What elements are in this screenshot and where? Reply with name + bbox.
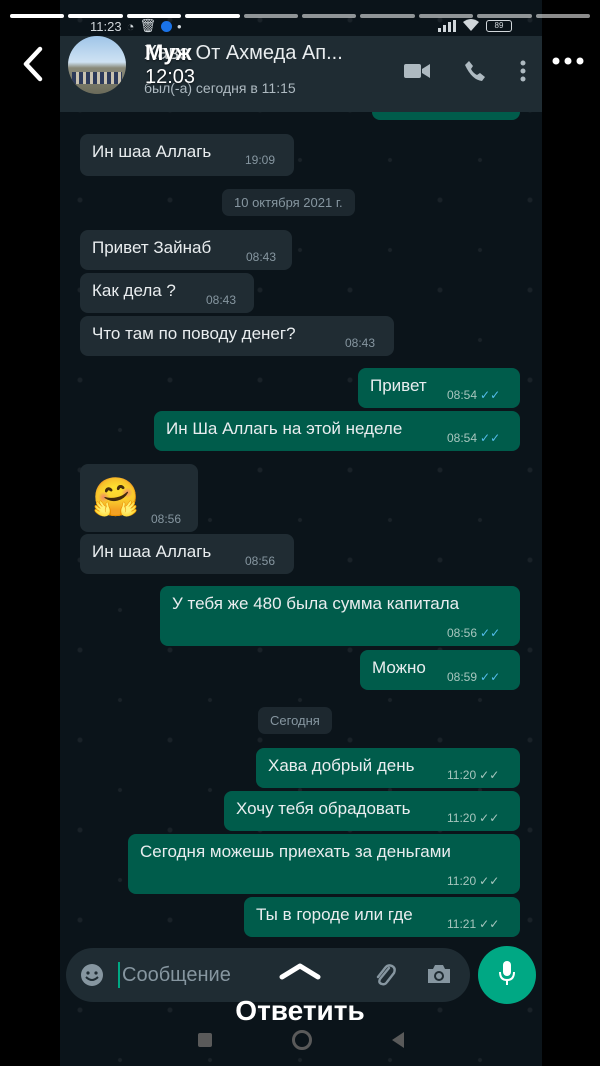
message-text: Что там по поводу денег? [92, 324, 296, 343]
message-bubble[interactable]: Как дела ? 08:43 [80, 273, 254, 313]
chevron-up-icon[interactable] [278, 962, 322, 985]
story-progress [10, 14, 591, 18]
signal-icon [438, 20, 456, 32]
message-time: 08:59 [447, 670, 478, 684]
status-time: 11:23 [90, 18, 122, 34]
message-text: Ин шаа Аллагь [92, 542, 212, 561]
message-text: Привет Зайнаб [92, 238, 212, 257]
message-bubble[interactable]: Хава добрый день 11:20 ✓✓ [256, 748, 520, 788]
message-time: 08:43 [345, 336, 376, 350]
message-bubble[interactable]: Можно 08:59 ✓✓ [360, 650, 520, 690]
dot-icon: • [176, 18, 182, 34]
delivered-ticks-icon: ✓✓ [479, 874, 500, 888]
delivered-ticks-icon: ✓✓ [479, 917, 500, 931]
battery-icon: 89 [486, 20, 512, 32]
read-ticks-icon: ✓✓ [480, 626, 501, 640]
message-text: Ин Ша Аллагь на этой неделе [166, 419, 403, 438]
story-progress-segment [10, 14, 65, 18]
more-horizontal-icon[interactable] [552, 52, 584, 70]
phone-icon[interactable] [464, 60, 486, 87]
message-bubble[interactable]: Что там по поводу денег? 08:43 [80, 316, 394, 356]
read-ticks-icon: ✓✓ [480, 670, 501, 684]
message-time: 08:56 [447, 626, 478, 640]
message-bubble[interactable]: Ин Ша Аллагь на этой неделе 08:54 ✓✓ [154, 411, 520, 451]
message-text: Как дела ? [92, 281, 176, 300]
message-bubble[interactable]: Ин шаа Аллагь 19:09 [80, 134, 294, 176]
video-call-icon[interactable] [404, 62, 430, 85]
story-timestamp: 12:03 [145, 66, 196, 88]
more-vertical-icon[interactable] [520, 60, 526, 87]
battery-level: 89 [494, 21, 504, 30]
story-progress-segment [360, 14, 415, 18]
message-time: 08:56 [151, 512, 182, 526]
read-ticks-icon: ✓✓ [480, 388, 501, 402]
hugging-face-emoji: 🤗 [92, 477, 140, 519]
message-time: 08:54 [447, 431, 478, 445]
message-bubble[interactable]: Привет Зайнаб 08:43 [80, 230, 292, 270]
story-progress-segment [243, 14, 299, 18]
message-time: 11:20 [447, 768, 477, 782]
message-text: Можно [372, 658, 426, 677]
message-bubble[interactable]: Ты в городе или где 11:21 ✓✓ [244, 897, 520, 937]
message-time: 08:43 [206, 293, 237, 307]
status-bar: 11:23 ◔ 🗑 • 89 [60, 16, 542, 36]
app-icon [160, 20, 172, 32]
message-time: 08:56 [245, 554, 276, 568]
message-text: Привет [370, 376, 427, 395]
home-icon[interactable] [292, 1030, 312, 1050]
delivered-ticks-icon: ✓✓ [479, 768, 500, 782]
message-text: У тебя же 480 была сумма капитала [172, 594, 460, 613]
message-text: Хава добрый день [268, 756, 415, 775]
reply-control[interactable]: Ответить [0, 962, 600, 1027]
recents-icon[interactable] [198, 1033, 212, 1047]
message-text: Хочу тебя обрадовать [236, 799, 411, 818]
message-time: 11:21 [447, 917, 477, 931]
wifi-icon [462, 18, 480, 35]
message-text: Ин шаа Аллагь [92, 142, 212, 161]
message-time: 11:20 [447, 811, 477, 825]
notification-icon: ◔ [126, 18, 135, 34]
back-triangle-icon[interactable] [392, 1032, 404, 1048]
trash-icon: 🗑 [139, 18, 156, 33]
story-username[interactable]: Муж [145, 40, 191, 66]
story-progress-segment [302, 14, 357, 18]
reply-label[interactable]: Ответить [0, 995, 600, 1027]
delivered-ticks-icon: ✓✓ [479, 811, 500, 825]
message-time: 08:54 [447, 388, 478, 402]
message-text: Сегодня можешь приехать за деньгами [140, 842, 451, 861]
story-progress-segment [68, 14, 123, 18]
story-progress-segment [535, 14, 591, 18]
chat-header: Хава От Ахмеда Ап... был(-а) сегодня в 1… [60, 36, 542, 112]
story-progress-segment [126, 14, 182, 18]
message-time: 08:43 [246, 250, 277, 264]
date-separator: Сегодня [258, 707, 332, 734]
story-progress-segment [418, 14, 474, 18]
date-separator: 10 октября 2021 г. [222, 189, 355, 216]
story-progress-segment [477, 14, 532, 18]
message-time: 11:20 [447, 874, 477, 888]
emoji-message[interactable]: 🤗 08:56 [80, 464, 198, 532]
message-bubble[interactable]: У тебя же 480 была сумма капитала 08:56 ✓… [160, 586, 520, 646]
read-ticks-icon: ✓✓ [480, 431, 501, 445]
chevron-left-icon[interactable] [20, 46, 46, 87]
message-bubble[interactable]: Хочу тебя обрадовать 11:20 ✓✓ [224, 791, 520, 831]
message-bubble[interactable]: Сегодня можешь приехать за деньгами 11:2… [128, 834, 520, 894]
message-text: Ты в городе или где [256, 905, 413, 924]
story-progress-segment [185, 14, 240, 18]
message-bubble[interactable]: Привет 08:54 ✓✓ [358, 368, 520, 408]
contact-avatar[interactable] [68, 36, 126, 94]
message-time: 19:09 [245, 153, 276, 167]
chat-screenshot: 11:23 ◔ 🗑 • 89 Хава От Ахмеда Ап... был(… [60, 0, 542, 1066]
message-bubble[interactable]: Ин шаа Аллагь 08:56 [80, 534, 294, 574]
